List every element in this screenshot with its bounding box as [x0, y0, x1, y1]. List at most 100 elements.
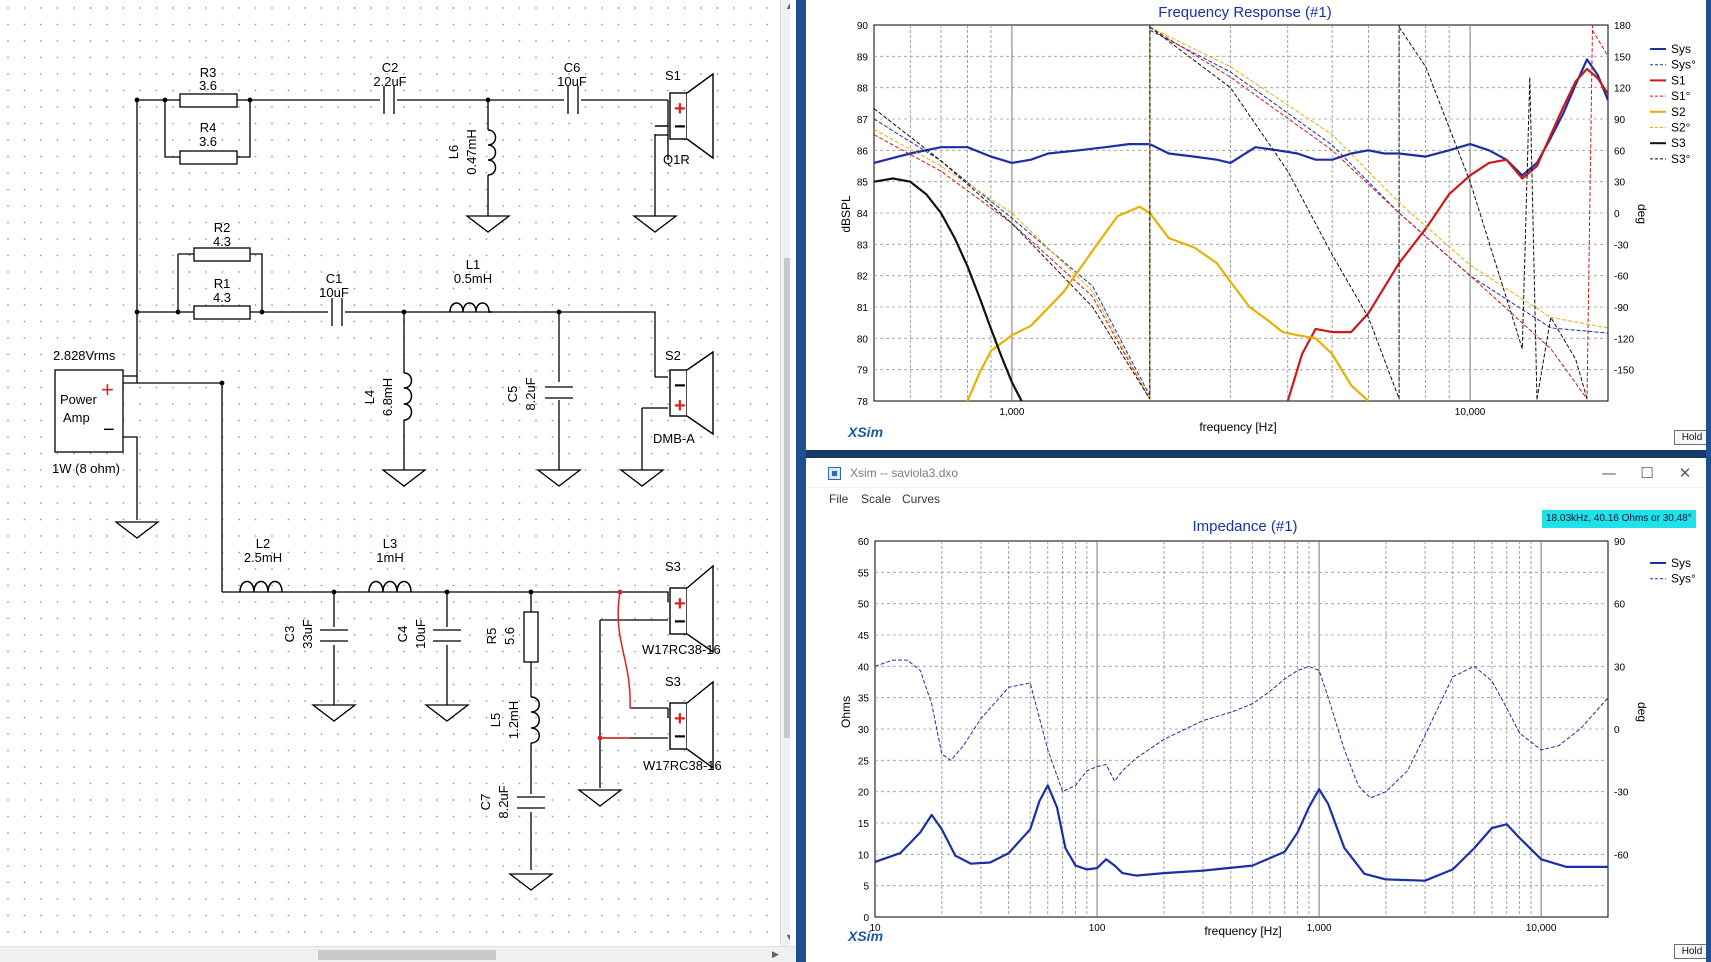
y2-tick-label: 180: [1614, 21, 1631, 32]
y2-tick-label: -30: [1614, 240, 1629, 251]
speaker-s3a-minus: −: [674, 611, 686, 633]
horizontal-scrollbar[interactable]: ▶: [0, 946, 796, 962]
vertical-scrollbar[interactable]: ▲ ▼: [780, 0, 790, 946]
y-tick-label: 85: [857, 178, 869, 189]
component-id-l4: L4: [362, 390, 377, 404]
speaker-s1-model: Q1R: [663, 152, 690, 167]
scroll-up-arrow-icon[interactable]: ▲: [785, 1, 790, 11]
y-tick-label: 86: [857, 146, 869, 157]
source-voltage-label: 2.828Vrms: [53, 348, 116, 363]
legend-label-s2-phase: S2°: [1671, 121, 1691, 135]
component-value-c6: 10uF: [557, 74, 587, 89]
menu-bar: File Scale Curves: [806, 488, 1711, 510]
menu-scale[interactable]: Scale: [861, 492, 891, 506]
y2-tick-label: -90: [1614, 303, 1629, 314]
freq-chart-title: Frequency Response (#1): [1158, 4, 1331, 21]
speaker-s1-minus: −: [674, 116, 686, 138]
component-value-l4: 6.8mH: [380, 378, 395, 416]
schematic-drawing: 2.828Vrms Power Amp + − 1W (8 ohm) R3 3.…: [0, 0, 790, 946]
speaker-s2-minus: −: [674, 375, 686, 397]
legend-label-s3: S3: [1671, 136, 1686, 150]
legend-label-sys-phase: Sys°: [1671, 572, 1696, 586]
imp-y2-axis-label: deg: [1635, 702, 1649, 722]
amp-minus-terminal: −: [103, 419, 115, 441]
component-id-l6: L6: [446, 145, 461, 159]
component-id-l2: L2: [256, 536, 270, 551]
component-value-r2: 4.3: [213, 234, 231, 249]
y-tick-label: 40: [858, 662, 870, 673]
y-tick-label: 80: [857, 334, 869, 345]
power-amp-label-1: Power: [60, 392, 98, 407]
component-id-c4: C4: [395, 626, 410, 643]
maximize-icon[interactable]: ☐: [1632, 462, 1662, 484]
component-id-c5: C5: [505, 386, 520, 403]
component-value-l6: 0.47mH: [464, 129, 479, 175]
y-tick-label: 78: [857, 397, 869, 408]
x-tick-label: 10,000: [1455, 407, 1486, 418]
imp-y-axis-label: Ohms: [839, 696, 853, 728]
scroll-down-arrow-icon[interactable]: ▼: [785, 932, 790, 942]
frequency-response-panel: 90 89 88 87 86 85 84 83 82 81 80 79 78 180 150 120 90 60 3…: [806, 0, 1711, 450]
scroll-right-arrow-icon[interactable]: ▶: [772, 949, 779, 960]
close-icon[interactable]: ✕: [1670, 462, 1700, 484]
schematic-canvas[interactable]: 2.828Vrms Power Amp + − 1W (8 ohm) R3 3.…: [0, 0, 790, 962]
component-value-l5: 1.2mH: [506, 701, 521, 739]
legend-label-s1: S1: [1671, 73, 1686, 87]
power-rating-label: 1W (8 ohm): [52, 461, 120, 476]
y-tick-label: 60: [858, 537, 870, 548]
y-tick-label: 88: [857, 84, 869, 95]
component-id-c2: C2: [382, 60, 399, 75]
speaker-s3b-model: W17RC38-16: [643, 758, 722, 773]
speaker-s3b-id: S3: [665, 674, 681, 689]
y2-tick-label: 60: [1614, 600, 1626, 611]
freq-y2-axis-label: deg: [1635, 204, 1649, 224]
x-tick-label: 100: [1089, 923, 1106, 934]
amp-plus-terminal: +: [101, 377, 114, 402]
y-tick-label: 55: [858, 568, 870, 579]
xsim-app-icon: [828, 467, 841, 480]
imp-chart-title: Impedance (#1): [1192, 518, 1297, 535]
menu-curves[interactable]: Curves: [902, 492, 940, 506]
speaker-s2-plus: +: [674, 395, 686, 417]
x-tick-label: 10,000: [1526, 923, 1557, 934]
y2-tick-label: -150: [1614, 366, 1634, 377]
hold-button[interactable]: Hold: [1674, 944, 1710, 959]
component-value-c5: 8.2uF: [523, 377, 538, 410]
component-value-l3: 1mH: [376, 550, 403, 565]
frequency-response-chart[interactable]: 90 89 88 87 86 85 84 83 82 81 80 79 78 180 150 120 90 60 3…: [806, 0, 1711, 450]
component-value-r5: 5.6: [502, 627, 517, 645]
minimize-icon[interactable]: —: [1594, 462, 1624, 484]
y2-tick-label: 0: [1614, 725, 1620, 736]
x-tick-label: 1,000: [999, 407, 1024, 418]
desktop-edge: [1706, 0, 1711, 962]
freq-legend: Sys Sys°S1 S1° S2 S2°S3 S3°: [1650, 42, 1696, 166]
y-tick-label: 20: [858, 788, 870, 799]
y-tick-label: 90: [857, 21, 869, 32]
legend-label-sys-phase: Sys°: [1671, 58, 1696, 72]
y-tick-label: 81: [857, 303, 869, 314]
horizontal-scroll-thumb[interactable]: [318, 950, 496, 960]
legend-label-s2: S2: [1671, 105, 1686, 119]
freq-y-axis-label: dBSPL: [839, 195, 853, 233]
component-value-l2: 2.5mH: [244, 550, 282, 565]
imp-legend: Sys Sys°: [1650, 556, 1696, 586]
imp-x-axis-label: frequency [Hz]: [1204, 924, 1281, 938]
y2-tick-label: 120: [1614, 84, 1631, 95]
component-value-c4: 10uF: [413, 619, 428, 649]
vertical-scroll-thumb[interactable]: [784, 258, 790, 738]
speaker-s2-model: DMB-A: [653, 431, 695, 446]
impedance-chart[interactable]: 6055504540353025201510509060300-30-6010 1…: [806, 510, 1711, 962]
component-value-c2: 2.2uF: [373, 74, 406, 89]
y-tick-label: 89: [857, 52, 869, 63]
component-id-r5: R5: [484, 628, 499, 645]
desktop-strip: [806, 450, 1711, 458]
menu-file[interactable]: File: [829, 492, 848, 506]
window-titlebar[interactable]: Xsim -- saviola3.dxo — ☐ ✕: [806, 458, 1711, 488]
component-id-r4: R4: [200, 120, 217, 135]
y-tick-label: 84: [857, 209, 869, 220]
power-amp-label-2: Amp: [63, 410, 90, 425]
hold-button[interactable]: Hold: [1674, 430, 1710, 445]
impedance-window: Xsim -- saviola3.dxo — ☐ ✕ File Scale Cu…: [806, 458, 1711, 962]
y-tick-label: 50: [858, 600, 870, 611]
y-tick-label: 87: [857, 115, 869, 126]
